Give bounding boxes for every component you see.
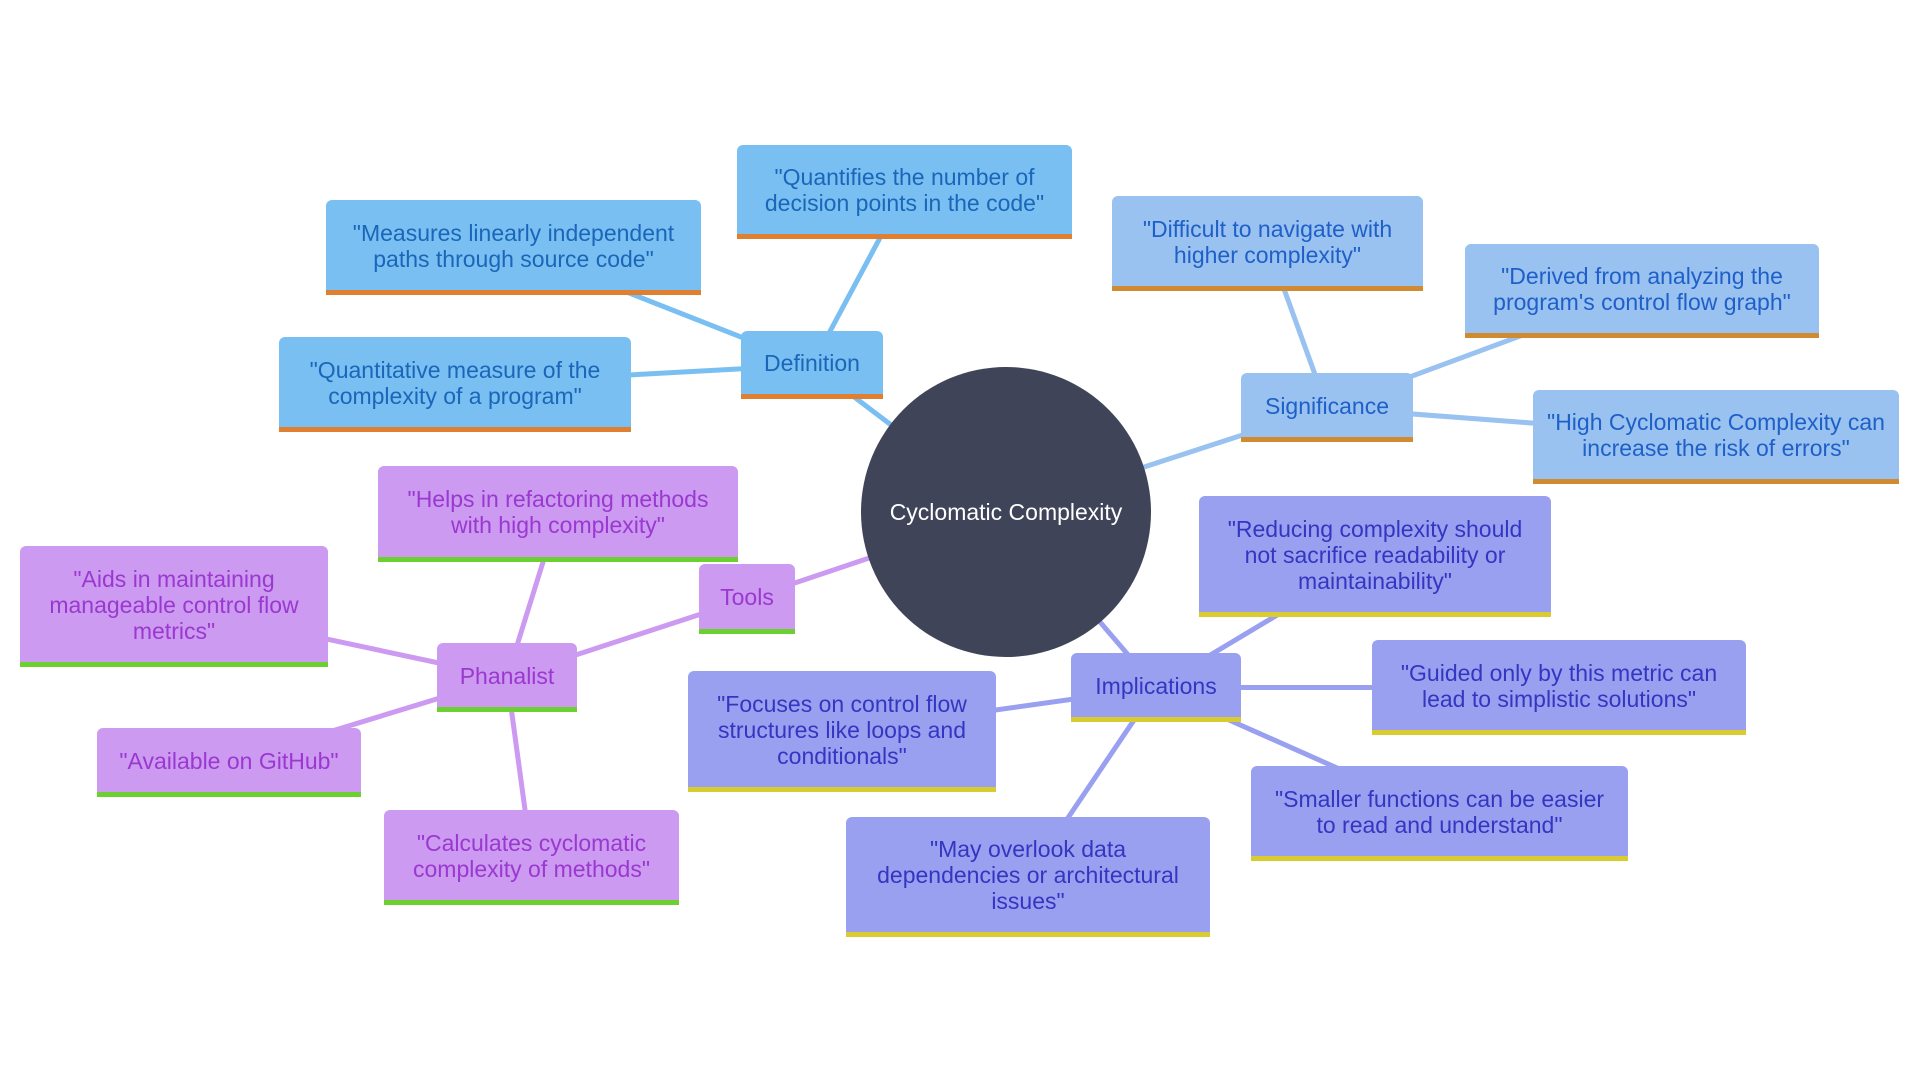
branch-node-tools[interactable]: Tools [699,564,795,634]
branch-label: Implications [1095,672,1217,699]
accent-bar [741,394,883,399]
accent-bar [846,932,1210,937]
branch-node-implications[interactable]: Implications [1071,653,1241,722]
leaf-label: "Quantitative measure of the complexity … [309,356,601,409]
accent-bar [1533,479,1899,484]
leaf-label: "Quantifies the number of decision point… [764,164,1045,216]
sub-branch-node-phanalist[interactable]: Phanalist [437,643,577,712]
leaf-label: "Difficult to navigate with higher compl… [1142,215,1393,268]
accent-bar [699,629,795,634]
leaf-label: "May overlook data dependencies or archi… [877,836,1179,914]
accent-bar [1465,333,1819,338]
accent-bar [1241,437,1413,442]
leaf-node[interactable]: "Reducing complexity should not sacrific… [1199,496,1551,617]
root-node[interactable]: Cyclomatic Complexity [861,367,1151,657]
leaf-label: "Aids in maintaining manageable control … [49,565,299,644]
leaf-node[interactable]: "Focuses on control flow structures like… [688,671,996,792]
accent-bar [737,234,1072,239]
branch-node-definition[interactable]: Definition [741,331,883,399]
accent-bar [688,787,996,792]
leaf-label: "Helps in refactoring methods with high … [407,486,709,538]
leaf-node[interactable]: "Quantifies the number of decision point… [737,145,1072,239]
accent-bar [384,900,679,905]
leaf-label: "Reducing complexity should not sacrific… [1227,515,1523,594]
leaf-node[interactable]: "May overlook data dependencies or archi… [846,817,1210,937]
accent-bar [1372,730,1746,735]
accent-bar [1199,612,1551,617]
sub-branch-label: Phanalist [459,662,555,689]
leaf-node[interactable]: "Calculates cyclomatic complexity of met… [384,810,679,905]
accent-bar [1251,856,1628,861]
accent-bar [1112,286,1423,291]
leaf-node[interactable]: "Measures linearly independent paths thr… [326,200,701,295]
branch-node-significance[interactable]: Significance [1241,373,1413,442]
accent-bar [437,707,577,712]
branch-label: Definition [764,350,860,376]
leaf-node[interactable]: "Quantitative measure of the complexity … [279,337,631,432]
leaf-label: "Available on GitHub" [119,747,339,774]
leaf-node[interactable]: "Aids in maintaining manageable control … [20,546,328,667]
branch-label: Significance [1264,392,1390,419]
leaf-node[interactable]: "High Cyclomatic Complexity can increase… [1533,390,1899,484]
accent-bar [378,557,738,562]
leaf-label: "Guided only by this metric can lead to … [1400,659,1718,712]
leaf-label: "Smaller functions can be easier to read… [1274,785,1605,838]
leaf-node[interactable]: "Helps in refactoring methods with high … [378,466,738,562]
root-label: Cyclomatic Complexity [889,498,1123,525]
accent-bar [97,792,361,797]
leaf-node[interactable]: "Guided only by this metric can lead to … [1372,640,1746,735]
leaf-label: "Measures linearly independent paths thr… [352,219,675,272]
leaf-node[interactable]: "Smaller functions can be easier to read… [1251,766,1628,861]
leaf-label: "Focuses on control flow structures like… [717,690,967,769]
accent-bar [20,662,328,667]
accent-bar [279,427,631,432]
leaf-node[interactable]: "Derived from analyzing the program's co… [1465,244,1819,338]
branch-label: Tools [720,584,774,610]
leaf-label: "Derived from analyzing the program's co… [1493,263,1791,315]
leaf-node[interactable]: "Available on GitHub" [97,728,361,797]
leaf-label: "High Cyclomatic Complexity can increase… [1547,409,1885,461]
accent-bar [1071,717,1241,722]
leaf-node[interactable]: "Difficult to navigate with higher compl… [1112,196,1423,291]
leaf-label: "Calculates cyclomatic complexity of met… [413,829,650,882]
accent-bar [326,290,701,295]
